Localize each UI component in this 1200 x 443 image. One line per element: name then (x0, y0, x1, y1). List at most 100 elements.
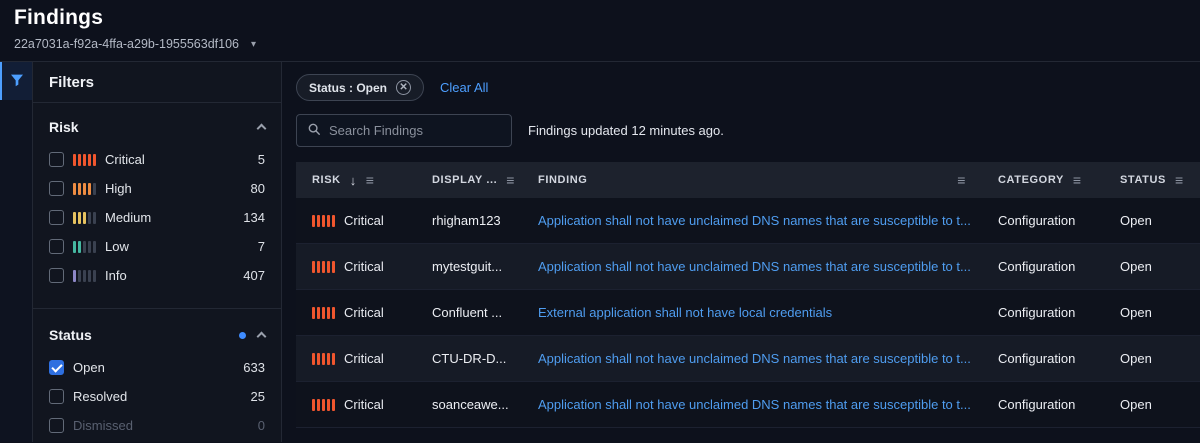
checkbox[interactable] (49, 210, 64, 225)
checkbox[interactable] (49, 360, 64, 375)
findings-table-body: Critical rhigham123 Application shall no… (296, 198, 1200, 428)
table-row[interactable]: Critical soanceawe... Application shall … (296, 382, 1200, 428)
search-row: Findings updated 12 minutes ago. (296, 114, 1200, 147)
checkbox[interactable] (49, 268, 64, 283)
column-label: FINDING (538, 174, 587, 186)
filter-item[interactable]: Medium 134 (49, 203, 265, 232)
risk-cell: Critical (296, 259, 416, 274)
filter-item-label: Low (105, 239, 129, 254)
checkbox[interactable] (49, 389, 64, 404)
filter-item[interactable]: Low 7 (49, 232, 265, 261)
filter-item[interactable]: High 80 (49, 174, 265, 203)
finding-link[interactable]: Application shall not have unclaimed DNS… (522, 213, 982, 228)
finding-link[interactable]: Application shall not have unclaimed DNS… (522, 351, 982, 366)
findings-table: RISK ↓ ≡ DISPLAY ... ≡ FINDING ≡ CATEGOR… (296, 162, 1200, 428)
search-box[interactable] (296, 114, 512, 147)
column-header-category[interactable]: CATEGORY ≡ (982, 172, 1104, 188)
column-menu-icon[interactable]: ≡ (1073, 172, 1082, 188)
severity-bars-icon (312, 261, 335, 273)
filter-item-label: High (105, 181, 132, 196)
funnel-icon (9, 72, 25, 91)
risk-cell-label: Critical (344, 351, 384, 366)
filter-item-count: 5 (258, 152, 265, 167)
updated-timestamp-text: Findings updated 12 minutes ago. (528, 123, 724, 138)
filter-sections: Risk Critical 5 High 80 Medium 134 Low 7… (33, 103, 281, 442)
filter-item[interactable]: Critical 5 (49, 145, 265, 174)
filter-item[interactable]: Resolved 25 (49, 382, 265, 411)
active-filters-row: Status : Open ✕ Clear All (296, 74, 1200, 101)
table-row[interactable]: Critical CTU-DR-D... Application shall n… (296, 336, 1200, 382)
column-header-risk[interactable]: RISK ↓ ≡ (296, 172, 416, 188)
filter-section-header[interactable]: Status (49, 315, 265, 353)
column-menu-icon[interactable]: ≡ (506, 172, 515, 188)
severity-bars-icon (73, 270, 96, 282)
finding-link[interactable]: External application shall not have loca… (522, 305, 982, 320)
left-icon-strip (0, 62, 33, 442)
filter-section-title: Risk (49, 119, 258, 135)
severity-bars-icon (312, 307, 335, 319)
severity-bars-icon (73, 183, 96, 195)
checkbox[interactable] (49, 418, 64, 433)
main-content: Status : Open ✕ Clear All Findings updat… (282, 62, 1200, 442)
chevron-down-icon[interactable]: ▾ (251, 39, 256, 50)
column-menu-icon[interactable]: ≡ (366, 172, 375, 188)
filter-item-label: Dismissed (73, 418, 133, 433)
column-header-finding[interactable]: FINDING ≡ (522, 172, 982, 188)
checkbox[interactable] (49, 239, 64, 254)
filter-item-label: Info (105, 268, 127, 283)
scope-id: 22a7031a-f92a-4ffa-a29b-1955563df106 (14, 37, 239, 51)
risk-cell-label: Critical (344, 213, 384, 228)
category-cell: Configuration (982, 259, 1104, 274)
checkbox[interactable] (49, 181, 64, 196)
sort-descending-icon[interactable]: ↓ (350, 173, 357, 188)
filter-item-count: 80 (251, 181, 265, 196)
risk-cell-label: Critical (344, 259, 384, 274)
clear-all-link[interactable]: Clear All (440, 80, 488, 95)
display-cell: rhigham123 (416, 213, 522, 228)
severity-bars-icon (312, 399, 335, 411)
checkbox[interactable] (49, 152, 64, 167)
filters-panel-title: Filters (33, 62, 281, 103)
column-menu-icon[interactable]: ≡ (957, 172, 966, 188)
filter-item-count: 407 (243, 268, 265, 283)
category-cell: Configuration (982, 213, 1104, 228)
finding-link[interactable]: Application shall not have unclaimed DNS… (522, 397, 982, 412)
column-header-display[interactable]: DISPLAY ... ≡ (416, 172, 522, 188)
column-label: RISK (312, 174, 341, 186)
filter-section: Risk Critical 5 High 80 Medium 134 Low 7… (33, 103, 281, 300)
column-label: STATUS (1120, 174, 1166, 186)
risk-cell: Critical (296, 305, 416, 320)
filter-item[interactable]: Info 407 (49, 261, 265, 290)
table-row[interactable]: Critical rhigham123 Application shall no… (296, 198, 1200, 244)
remove-filter-icon[interactable]: ✕ (396, 80, 411, 95)
filter-item-count: 0 (258, 418, 265, 433)
chevron-up-icon[interactable] (257, 124, 267, 134)
filter-item[interactable]: Open 633 (49, 353, 265, 382)
filter-item[interactable]: Dismissed 0 (49, 411, 265, 440)
status-cell: Open (1104, 351, 1200, 366)
filter-section-header[interactable]: Risk (49, 107, 265, 145)
scope-selector[interactable]: 22a7031a-f92a-4ffa-a29b-1955563df106 ▾ (14, 37, 1186, 51)
table-row[interactable]: Critical Confluent ... External applicat… (296, 290, 1200, 336)
risk-cell: Critical (296, 351, 416, 366)
table-row[interactable]: Critical mytestguit... Application shall… (296, 244, 1200, 290)
search-input[interactable] (329, 123, 505, 138)
category-cell: Configuration (982, 305, 1104, 320)
filter-item-label: Resolved (73, 389, 127, 404)
filter-item-label: Critical (105, 152, 145, 167)
top-header: Findings 22a7031a-f92a-4ffa-a29b-1955563… (0, 0, 1200, 62)
filter-item-count: 134 (243, 210, 265, 225)
chevron-up-icon[interactable] (257, 332, 267, 342)
finding-link[interactable]: Application shall not have unclaimed DNS… (522, 259, 982, 274)
column-header-status[interactable]: STATUS ≡ (1104, 172, 1200, 188)
column-menu-icon[interactable]: ≡ (1175, 172, 1184, 188)
table-header-row: RISK ↓ ≡ DISPLAY ... ≡ FINDING ≡ CATEGOR… (296, 162, 1200, 198)
severity-bars-icon (312, 353, 335, 365)
display-cell: Confluent ... (416, 305, 522, 320)
filter-item-label: Open (73, 360, 105, 375)
status-cell: Open (1104, 305, 1200, 320)
category-cell: Configuration (982, 397, 1104, 412)
filters-toggle-button[interactable] (0, 62, 32, 100)
display-cell: soanceawe... (416, 397, 522, 412)
status-open-filter-chip[interactable]: Status : Open ✕ (296, 74, 424, 101)
